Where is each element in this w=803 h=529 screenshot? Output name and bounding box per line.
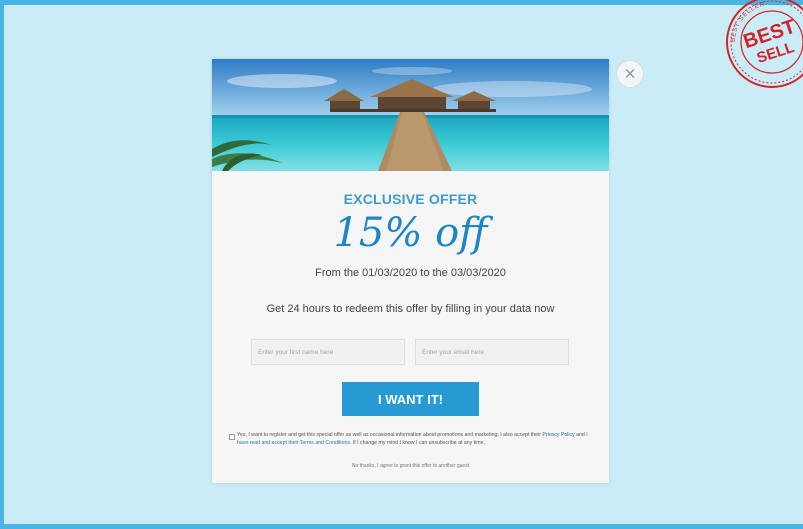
email-field[interactable] <box>415 339 569 365</box>
beach-resort-image <box>212 59 609 171</box>
offer-dates: From the 01/03/2020 to the 03/03/2020 <box>315 267 506 279</box>
offer-eyebrow: EXCLUSIVE OFFER <box>343 191 478 207</box>
consent-checkbox[interactable] <box>229 434 235 440</box>
frame-left-border <box>0 0 4 529</box>
redeem-instructions: Get 24 hours to redeem this offer by fil… <box>266 303 555 315</box>
offer-popup: EXCLUSIVE OFFER 15% off From the 01/03/2… <box>212 59 609 483</box>
consent-text-part1: Yes, I want to register and get this spe… <box>237 432 543 438</box>
close-button[interactable]: × <box>616 60 644 88</box>
discount-headline: 15% off <box>333 210 488 256</box>
consent-text-part2: and <box>574 432 587 438</box>
consent-text: Yes, I want to register and get this spe… <box>237 432 593 447</box>
i-want-it-button[interactable]: I WANT IT! <box>342 382 479 416</box>
close-icon: × <box>624 63 636 85</box>
privacy-policy-link[interactable]: Privacy Policy <box>542 432 574 438</box>
frame-top-border <box>0 0 803 5</box>
decline-link[interactable]: No thanks, I agree to grant this offer t… <box>212 463 609 469</box>
consent-text-part3: . If I change my mind I know I can unsub… <box>349 439 485 446</box>
first-name-field[interactable] <box>251 339 405 365</box>
best-seller-seal: BEST SELLER BEST SELL <box>726 0 803 88</box>
frame-bottom-border <box>0 524 803 529</box>
